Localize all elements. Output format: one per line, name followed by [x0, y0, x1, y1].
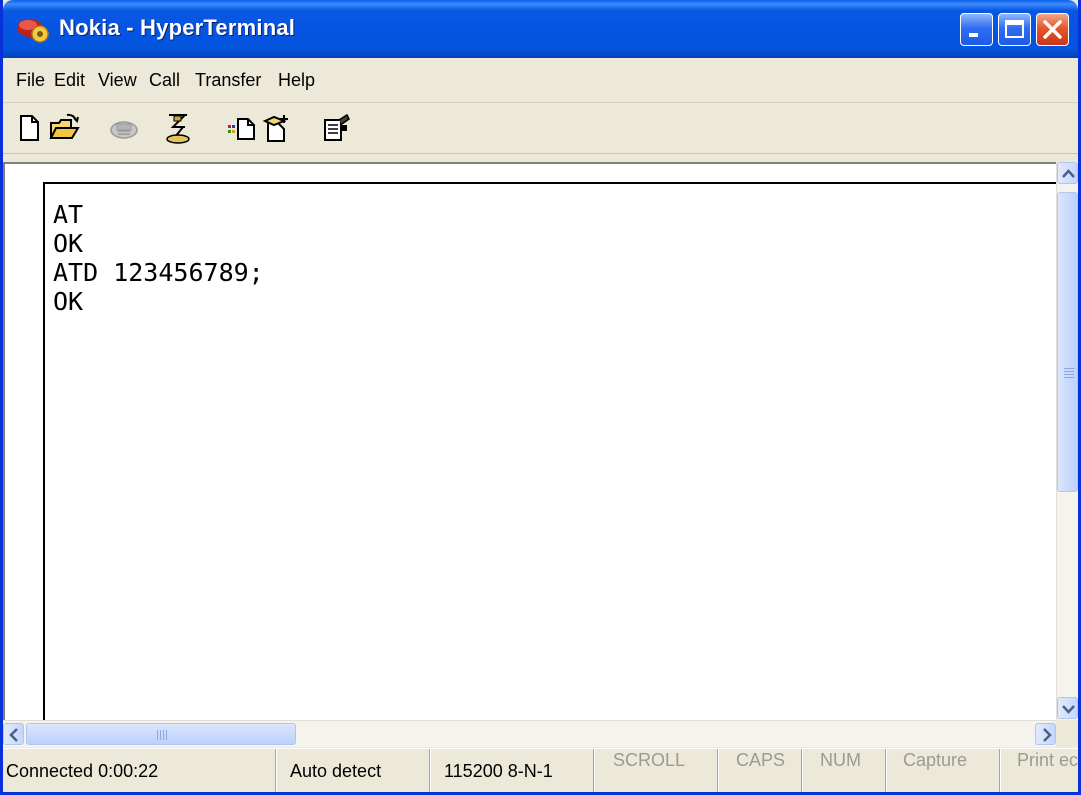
terminal-output: AT OK ATD 123456789; OK: [53, 200, 264, 316]
maximize-button[interactable]: [998, 13, 1031, 46]
minimize-button[interactable]: [960, 13, 993, 46]
horizontal-scrollbar[interactable]: [3, 720, 1056, 747]
receive-file-icon[interactable]: [260, 111, 294, 145]
grip-icon: [1064, 368, 1074, 378]
status-scroll: SCROLL: [598, 749, 718, 792]
window-title: Nokia - HyperTerminal: [59, 15, 296, 40]
minimize-icon: [969, 33, 978, 37]
status-connected: Connected 0:00:22: [3, 749, 276, 792]
terminal-line: ATD 123456789;: [53, 258, 264, 287]
chevron-right-icon: [1043, 728, 1052, 742]
grip-icon: [157, 730, 167, 740]
menu-edit[interactable]: Edit: [54, 70, 85, 91]
close-button[interactable]: [1036, 13, 1069, 46]
terminal-line: AT: [53, 200, 84, 229]
terminal-screen[interactable]: AT OK ATD 123456789; OK: [43, 182, 1062, 730]
chevron-down-icon: [1062, 705, 1075, 714]
scroll-up-button[interactable]: [1057, 162, 1078, 184]
horizontal-scroll-thumb[interactable]: [26, 723, 296, 745]
vertical-scrollbar[interactable]: [1056, 162, 1078, 720]
hyperterminal-phone-icon[interactable]: [15, 12, 51, 46]
send-file-icon[interactable]: [225, 111, 259, 145]
toolbar: [3, 103, 1078, 154]
menu-view[interactable]: View: [98, 70, 137, 91]
scrollbar-corner: [1056, 720, 1078, 747]
terminal-line: OK: [53, 287, 84, 316]
scroll-left-button[interactable]: [3, 723, 24, 745]
status-caps: CAPS: [722, 749, 802, 792]
new-document-icon[interactable]: [12, 111, 46, 145]
menu-call[interactable]: Call: [149, 70, 180, 91]
title-bar[interactable]: Nokia - HyperTerminal: [3, 0, 1078, 58]
close-icon: [1043, 20, 1062, 39]
menu-transfer[interactable]: Transfer: [195, 70, 261, 91]
terminal-line: OK: [53, 229, 84, 258]
chevron-up-icon: [1062, 169, 1075, 178]
disconnect-icon[interactable]: [107, 111, 141, 145]
status-print-echo: Print ec: [1004, 749, 1078, 792]
menu-file[interactable]: File: [16, 70, 45, 91]
vertical-scroll-thumb[interactable]: [1057, 192, 1078, 492]
connect-icon[interactable]: [161, 111, 195, 145]
maximize-icon: [1005, 20, 1024, 38]
terminal-client-area[interactable]: AT OK ATD 123456789; OK: [3, 162, 1062, 730]
hyperterminal-window: Nokia - HyperTerminal File Edit View Cal…: [0, 0, 1081, 795]
status-port-settings: 115200 8-N-1: [434, 749, 594, 792]
open-folder-icon[interactable]: [47, 111, 81, 145]
scroll-right-button[interactable]: [1035, 723, 1056, 745]
status-capture: Capture: [890, 749, 1000, 792]
menu-help[interactable]: Help: [278, 70, 315, 91]
menu-bar: File Edit View Call Transfer Help: [3, 58, 1078, 103]
status-num: NUM: [806, 749, 886, 792]
status-bar: Connected 0:00:22 Auto detect 115200 8-N…: [3, 748, 1078, 792]
status-detect: Auto detect: [280, 749, 430, 792]
scroll-down-button[interactable]: [1057, 697, 1078, 719]
properties-icon[interactable]: [319, 111, 353, 145]
chevron-left-icon: [9, 728, 18, 742]
